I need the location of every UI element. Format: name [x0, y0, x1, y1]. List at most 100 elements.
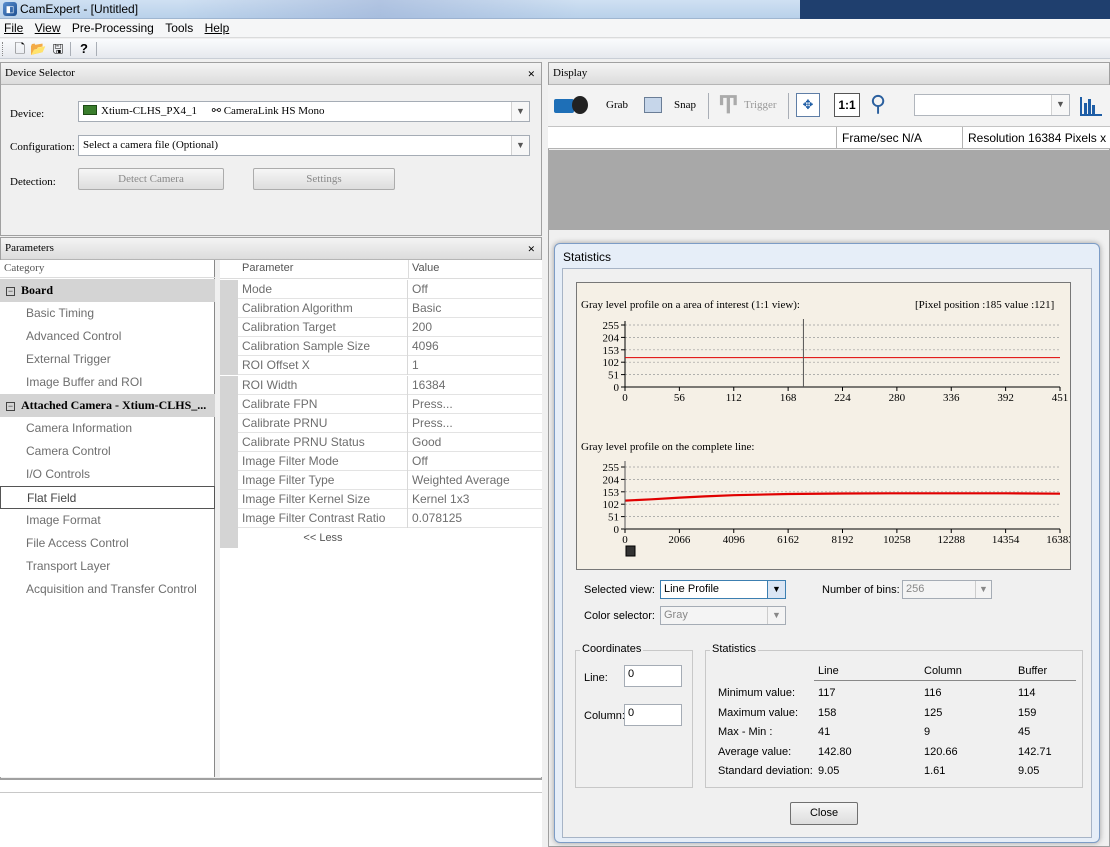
save-icon[interactable]: 🖫: [50, 41, 66, 57]
y-tick-label: 153: [603, 487, 620, 499]
y-tick-label: 153: [603, 345, 620, 357]
histogram-icon[interactable]: [1078, 93, 1104, 117]
parameter-name: ROI Width: [238, 375, 408, 395]
trigger-icon[interactable]: Ͳ: [718, 91, 739, 120]
device-combo[interactable]: Xtium-CLHS_PX4_1 ⚯ CameraLink HS Mono ▼: [78, 101, 530, 122]
bins-combo[interactable]: 256 ▼: [902, 580, 992, 599]
parameter-value[interactable]: Press...: [408, 414, 542, 433]
category-item[interactable]: External Trigger: [0, 348, 215, 371]
zoom-combo[interactable]: ▼: [914, 94, 1070, 116]
trigger-button[interactable]: Trigger: [744, 99, 777, 111]
settings-button[interactable]: Settings: [253, 168, 395, 190]
parameter-name: Image Filter Contrast Ratio: [238, 509, 408, 529]
category-item[interactable]: Flat Field: [0, 486, 215, 509]
parameter-row[interactable]: Image Filter Kernel Size Kernel 1x3: [220, 490, 542, 510]
row-gutter: [220, 490, 238, 510]
selected-view-combo[interactable]: Line Profile ▼: [660, 580, 786, 599]
parameter-value[interactable]: Kernel 1x3: [408, 490, 542, 509]
parameter-value[interactable]: Good: [408, 433, 542, 452]
stats-column-value: 1.61: [924, 765, 946, 777]
parameter-row[interactable]: Calibrate FPN Press...: [220, 394, 542, 414]
new-file-icon[interactable]: 🗋: [12, 41, 28, 57]
category-item[interactable]: Advanced Control: [0, 325, 215, 348]
line-input[interactable]: 0: [624, 665, 682, 687]
row-gutter: [220, 528, 238, 548]
display-header: Display: [549, 63, 1109, 85]
parameter-value[interactable]: Off: [408, 452, 542, 471]
toolbar-grip: [2, 42, 5, 56]
parameter-value[interactable]: Off: [408, 280, 542, 299]
parameter-value[interactable]: 0.078125: [408, 509, 542, 528]
snap-icon[interactable]: [644, 97, 662, 113]
selected-view-value: Line Profile: [664, 583, 720, 595]
collapse-icon[interactable]: −: [6, 287, 15, 296]
configuration-combo[interactable]: Select a camera file (Optional) ▼: [78, 135, 530, 156]
collapse-icon[interactable]: −: [6, 402, 15, 411]
chevron-down-icon[interactable]: ▼: [511, 102, 529, 121]
category-item[interactable]: Camera Control: [0, 440, 215, 463]
zoom-icon[interactable]: ⚲: [870, 91, 886, 117]
help-icon[interactable]: ?: [76, 41, 92, 57]
parameter-row[interactable]: Calibrate PRNU Press...: [220, 413, 542, 433]
status-divider: [836, 127, 837, 148]
camera-icon[interactable]: [554, 93, 588, 117]
grab-button[interactable]: Grab: [606, 99, 628, 111]
category-item[interactable]: File Access Control: [0, 532, 215, 555]
close-icon[interactable]: ×: [528, 238, 535, 259]
parameter-row[interactable]: ROI Offset X1: [220, 356, 542, 376]
category-item[interactable]: Acquisition and Transfer Control: [0, 578, 215, 601]
parameter-value[interactable]: Press...: [408, 395, 542, 414]
category-item[interactable]: Image Format: [0, 509, 215, 532]
chevron-down-icon[interactable]: ▼: [511, 136, 529, 155]
parameter-value[interactable]: 1: [408, 356, 542, 375]
menu-file[interactable]: File: [0, 19, 27, 35]
parameter-value[interactable]: 16384: [408, 376, 542, 395]
category-label: Advanced Control: [26, 329, 122, 343]
category-item[interactable]: Basic Timing: [0, 302, 215, 325]
parameter-value[interactable]: 200: [408, 318, 542, 337]
zoom-1to1-button[interactable]: 1:1: [834, 93, 860, 117]
parameter-row[interactable]: ROI Width 16384: [220, 375, 542, 395]
chevron-down-icon[interactable]: ▼: [1051, 95, 1069, 115]
parameter-row[interactable]: Calibration Target 200: [220, 318, 542, 338]
menu-view[interactable]: View: [31, 19, 65, 35]
statistics-group-title: Statistics: [710, 643, 759, 655]
chevron-down-icon[interactable]: ▼: [767, 607, 785, 624]
device-selector-title: Device Selector: [5, 67, 75, 79]
parameter-value[interactable]: Weighted Average: [408, 471, 542, 490]
menu-tools[interactable]: Tools: [161, 19, 197, 35]
parameter-row[interactable]: Calibration Algorithm Basic: [220, 299, 542, 319]
parameter-row[interactable]: Mode Off: [220, 280, 542, 299]
category-group[interactable]: − Attached Camera - Xtium-CLHS_...: [0, 394, 215, 417]
category-item[interactable]: Image Buffer and ROI: [0, 371, 215, 394]
parameter-value[interactable]: Basic: [408, 299, 542, 318]
parameter-row[interactable]: Calibration Sample Size 4096: [220, 337, 542, 357]
parameter-value[interactable]: 4096: [408, 337, 542, 356]
x-tick-label: 10258: [883, 534, 911, 546]
parameter-name: Image Filter Kernel Size: [238, 490, 408, 510]
close-button[interactable]: Close: [790, 802, 858, 825]
stats-line-value: 117: [818, 687, 836, 699]
column-input[interactable]: 0: [624, 704, 682, 726]
category-item[interactable]: Transport Layer: [0, 555, 215, 578]
category-group[interactable]: − Board: [0, 279, 215, 302]
x-tick-label: 168: [780, 392, 797, 404]
category-item[interactable]: Camera Information: [0, 417, 215, 440]
open-folder-icon[interactable]: 📂: [30, 41, 46, 57]
parameter-row[interactable]: Image Filter Contrast Ratio 0.078125: [220, 509, 542, 529]
chevron-down-icon[interactable]: ▼: [975, 581, 991, 598]
parameter-row[interactable]: Image Filter Type Weighted Average: [220, 471, 542, 490]
parameter-row[interactable]: Image Filter Mode Off: [220, 451, 542, 471]
fit-to-window-icon[interactable]: ✥: [796, 93, 820, 117]
image-view[interactable]: [548, 150, 1110, 230]
menu-help[interactable]: Help: [201, 19, 234, 35]
chevron-down-icon[interactable]: ▼: [767, 581, 785, 598]
close-icon[interactable]: ×: [528, 63, 535, 84]
color-selector-combo[interactable]: Gray ▼: [660, 606, 786, 625]
snap-button[interactable]: Snap: [674, 99, 696, 111]
detect-camera-button[interactable]: Detect Camera: [78, 168, 224, 190]
category-item[interactable]: I/O Controls: [0, 463, 215, 486]
parameter-row[interactable]: Calibrate PRNU Status Good: [220, 432, 542, 452]
menu-preprocessing[interactable]: Pre-Processing: [68, 19, 158, 35]
less-link[interactable]: << Less: [238, 528, 408, 548]
